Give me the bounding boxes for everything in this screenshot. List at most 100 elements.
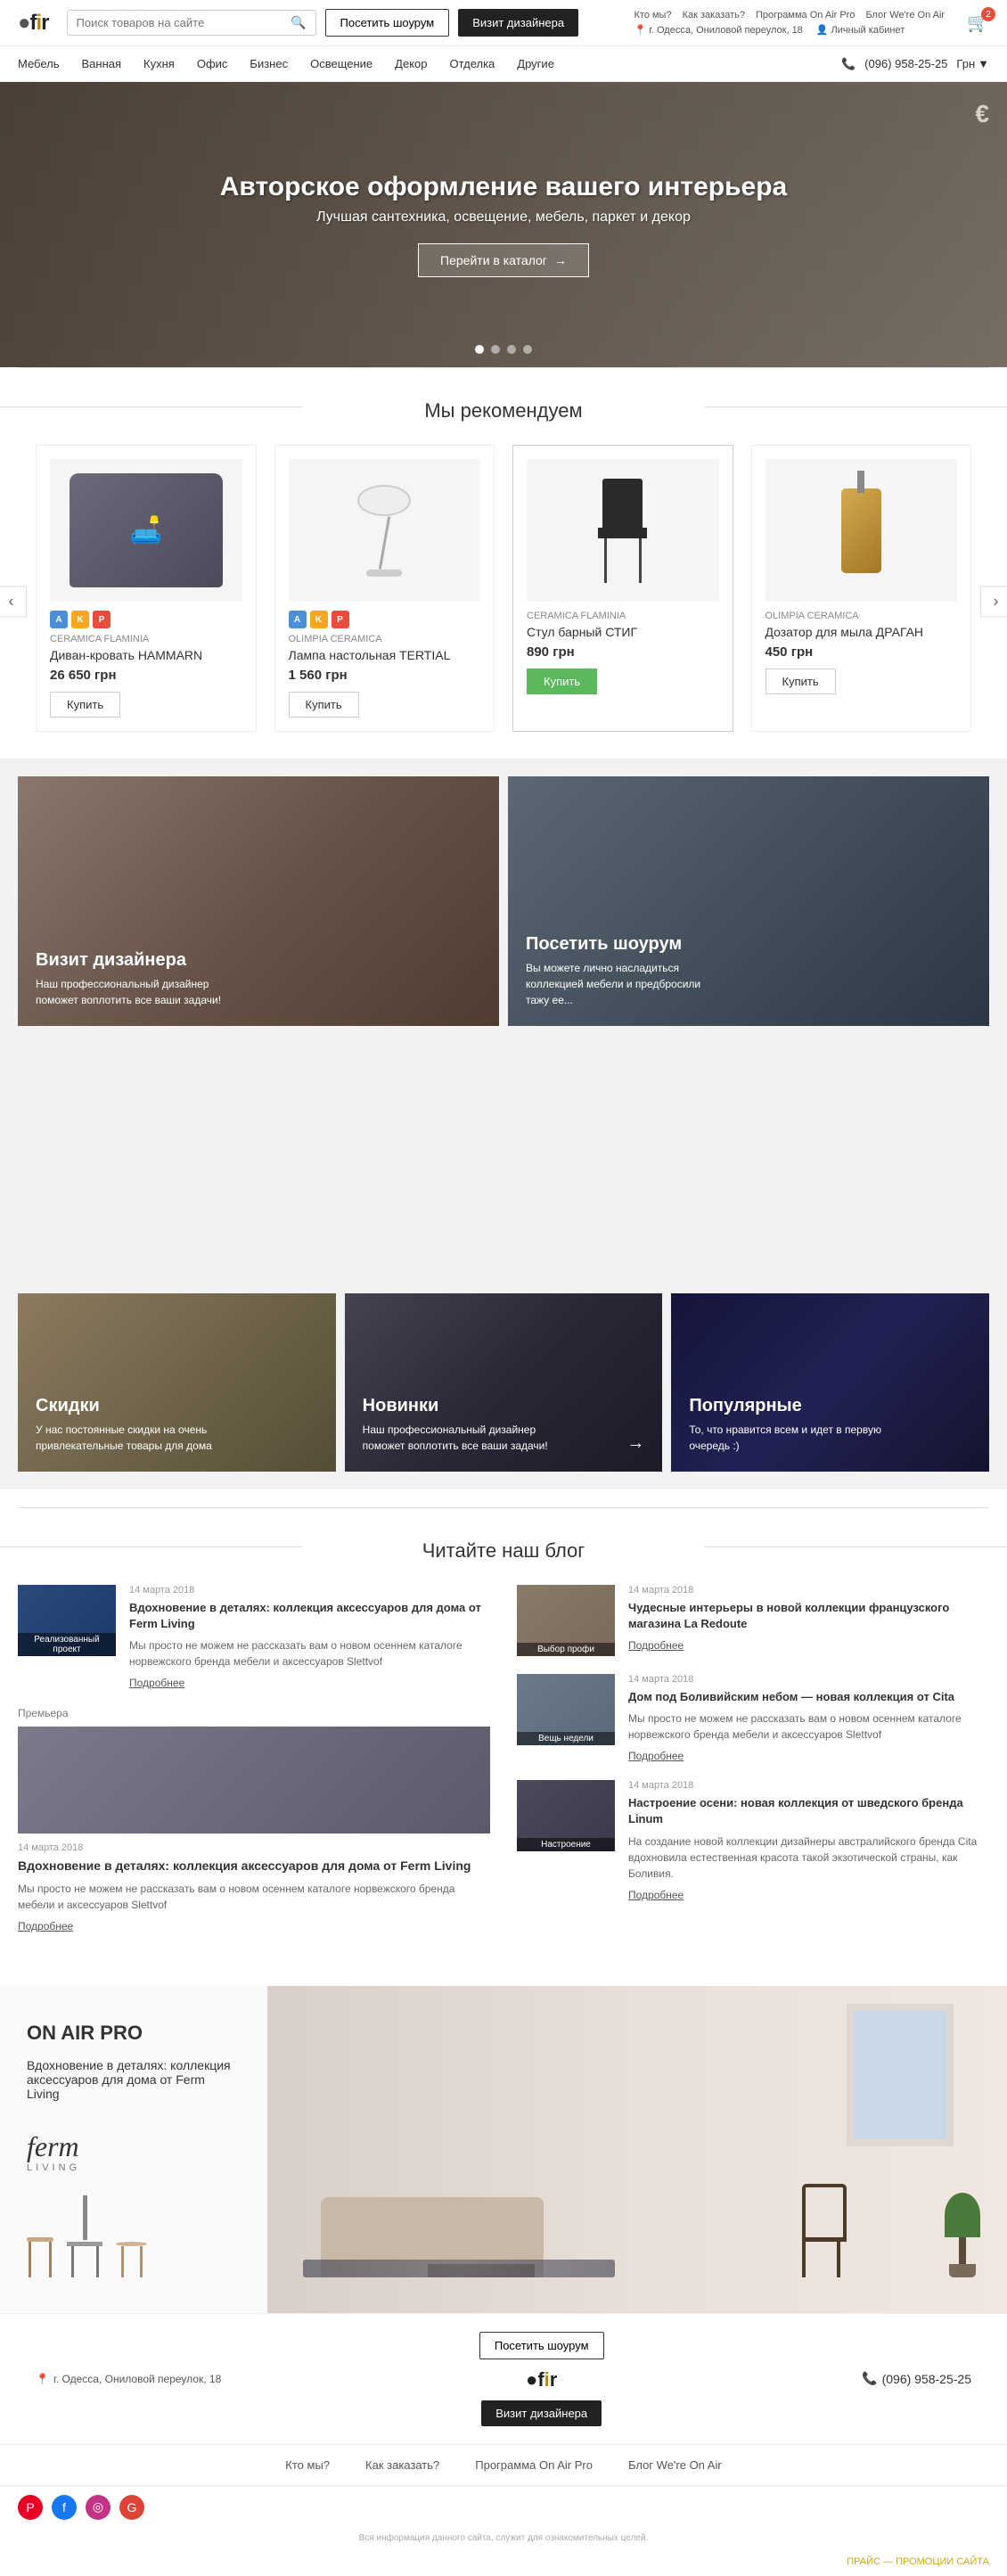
blog-post-4-more[interactable]: Подробнее — [628, 1889, 684, 1901]
products-carousel: 🛋️ AKP CERAMICA FLAMINIA Диван-кровать H… — [36, 445, 971, 732]
footer-showroom-button[interactable]: Посетить шоурум — [479, 2332, 604, 2359]
footer-phone[interactable]: (096) 958-25-25 — [882, 2372, 971, 2386]
blog-post-4: Настроение 14 марта 2018 Настроение осен… — [517, 1780, 989, 1900]
visit-showroom-button[interactable]: Посетить шоурум — [325, 9, 450, 37]
social-instagram[interactable]: ◎ — [86, 2495, 111, 2520]
how-to-order-link[interactable]: Как заказать? — [683, 10, 745, 21]
carousel-arrow-left[interactable]: ‹ — [0, 587, 27, 618]
nav-item-мебель[interactable]: Мебель — [18, 46, 60, 81]
search-input[interactable] — [77, 16, 291, 29]
hero-dot-1[interactable] — [475, 345, 484, 354]
product-buy-btn-2[interactable]: Купить — [527, 669, 597, 694]
on-air-furniture-preview — [27, 2195, 241, 2277]
promo-card-designer[interactable]: Визит дизайнера Наш профессиональный диз… — [18, 776, 499, 1026]
badge-0: A — [289, 611, 307, 628]
promo-card-popular[interactable]: Популярные То, что нравится всем и идет … — [671, 1293, 989, 1472]
promo-card-showroom-content: Посетить шоурум Вы можете лично насладит… — [526, 934, 722, 1008]
blog-featured-more[interactable]: Подробнее — [18, 1920, 73, 1932]
product-name-2: Стул барный СТИГ — [527, 625, 719, 639]
nav-item-бизнес[interactable]: Бизнес — [250, 46, 288, 81]
nav-item-офис[interactable]: Офис — [197, 46, 228, 81]
promo-card-designer-title: Визит дизайнера — [36, 950, 232, 971]
ferm-brand: ferm LIVING — [27, 2132, 241, 2173]
footer-promo-link[interactable]: ПРАЙС — ПРОМОЦИИ САЙТА — [0, 2552, 1007, 2576]
footer-logo[interactable]: ●fir — [526, 2368, 557, 2391]
hero-dot-4[interactable] — [523, 345, 532, 354]
hero-catalog-button[interactable]: Перейти в каталог → — [418, 243, 589, 277]
footer-nav: Кто мы? Как заказать? Программа On Air Pro… — [0, 2445, 1007, 2486]
badge-0: A — [50, 611, 68, 628]
section-title-recommended: Мы рекомендуем — [0, 368, 1007, 445]
nav-item-освещение[interactable]: Освещение — [310, 46, 373, 81]
product-buy-btn-3[interactable]: Купить — [765, 669, 836, 694]
header-cabinet[interactable]: 👤 Личный кабинет — [816, 24, 905, 36]
hero-dot-2[interactable] — [491, 345, 500, 354]
product-card-2: CERAMICA FLAMINIA Стул барный СТИГ 890 г… — [512, 445, 733, 732]
blog-post-3-tag: Вещь недели — [517, 1732, 615, 1745]
blog-post-2-tag: Выбор профи — [517, 1643, 615, 1656]
hero-dot-3[interactable] — [507, 345, 516, 354]
promo-card-new[interactable]: Новинки Наш профессиональный дизайнер по… — [345, 1293, 663, 1472]
footer-nav-link[interactable]: Блог We're On Air — [628, 2458, 722, 2472]
phone-icon: 📞 — [841, 57, 856, 71]
blog-post-1-tag: Реализованный проект — [18, 1633, 116, 1656]
footer-nav-link[interactable]: Кто мы? — [285, 2458, 330, 2472]
footer-nav-link[interactable]: Как заказать? — [365, 2458, 439, 2472]
product-buy-btn-1[interactable]: Купить — [289, 692, 359, 718]
nav-item-отделка[interactable]: Отделка — [449, 46, 495, 81]
product-brand-3: Olimpia Ceramica — [765, 611, 958, 621]
room-rug — [303, 2260, 615, 2277]
badge-1: K — [71, 611, 89, 628]
nav-phone[interactable]: (096) 958-25-25 — [864, 57, 947, 70]
visit-designer-button[interactable]: Визит дизайнера — [458, 9, 578, 37]
logo[interactable]: ●fir — [18, 11, 49, 36]
nav-item-кухня[interactable]: Кухня — [143, 46, 175, 81]
nav-item-ванная[interactable]: Ванная — [82, 46, 122, 81]
who-we-are-link[interactable]: Кто мы? — [634, 10, 672, 21]
carousel-arrow-right[interactable]: › — [980, 587, 1007, 618]
hero-title: Авторское оформление вашего интерьера — [220, 172, 787, 202]
on-air-right — [267, 1986, 1007, 2313]
header-address-row: 📍 г. Одесса, Ониловой переулок, 18 👤 Лич… — [634, 24, 946, 36]
nav-item-декор[interactable]: Декор — [395, 46, 427, 81]
product-price-2: 890 грн — [527, 644, 719, 660]
header: ●fir 🔍 Посетить шоурум Визит дизайнера К… — [0, 0, 1007, 46]
footer-top: 📍 г. Одесса, Ониловой переулок, 18 Посет… — [0, 2313, 1007, 2445]
promo-card-showroom[interactable]: Посетить шоурум Вы можете лично насладит… — [508, 776, 989, 1026]
blog-layout: Реализованный проект 14 марта 2018 Вдохн… — [18, 1585, 989, 1932]
footer-designer-button[interactable]: Визит дизайнера — [481, 2400, 602, 2426]
product-buy-btn-0[interactable]: Купить — [50, 692, 120, 718]
promo-card-discounts[interactable]: Скидки У нас постоянные скидки на очень … — [18, 1293, 336, 1472]
nav-currency[interactable]: Грн ▼ — [956, 57, 989, 70]
social-google[interactable]: G — [119, 2495, 144, 2520]
promo-section: Визит дизайнера Наш профессиональный диз… — [0, 759, 1007, 1489]
blog-link[interactable]: Блог We're On Air — [865, 10, 945, 21]
promo-card-popular-desc: То, что нравится всем и идет в первую оч… — [689, 1422, 885, 1454]
room-plant — [945, 2193, 980, 2277]
social-facebook[interactable]: f — [52, 2495, 77, 2520]
blog-post-3-more[interactable]: Подробнее — [628, 1750, 684, 1762]
furniture-stool-2 — [116, 2242, 147, 2277]
footer-phone-icon: 📞 — [862, 2371, 877, 2386]
blog-post-2-more[interactable]: Подробнее — [628, 1639, 684, 1652]
nav-item-другие[interactable]: Другие — [517, 46, 554, 81]
footer-btns: Посетить шоурум — [479, 2332, 604, 2359]
program-link[interactable]: Программа On Air Pro — [756, 10, 855, 21]
blog-right-col: Выбор профи 14 марта 2018 Чудесные интер… — [517, 1585, 989, 1932]
search-icon-button[interactable]: 🔍 — [291, 15, 306, 30]
promo-card-designer-content: Визит дизайнера Наш профессиональный диз… — [36, 950, 232, 1008]
hero-content: Авторское оформление вашего интерьера Лу… — [220, 172, 787, 277]
promo-card-popular-title: Популярные — [689, 1396, 885, 1416]
blog-post-3-img: Вещь недели — [517, 1674, 615, 1745]
social-pinterest[interactable]: P — [18, 2495, 43, 2520]
footer-center: Посетить шоурум ●fir Визит дизайнера — [479, 2332, 604, 2426]
promo-card-new-content: Новинки Наш профессиональный дизайнер по… — [363, 1396, 559, 1454]
header-info: Кто мы? Как заказать? Программа On Air P… — [634, 10, 946, 36]
blog-post-4-excerpt: На создание новой коллекции дизайнеры ав… — [628, 1834, 989, 1882]
blog-post-4-tag: Настроение — [517, 1838, 615, 1851]
footer-nav-link[interactable]: Программа On Air Pro — [475, 2458, 593, 2472]
product-name-3: Дозатор для мыла ДРАГАН — [765, 625, 958, 639]
product-price-3: 450 грн — [765, 644, 958, 660]
blog-post-1-more[interactable]: Подробнее — [129, 1677, 184, 1689]
cart[interactable]: 🛒 2 — [967, 12, 989, 34]
